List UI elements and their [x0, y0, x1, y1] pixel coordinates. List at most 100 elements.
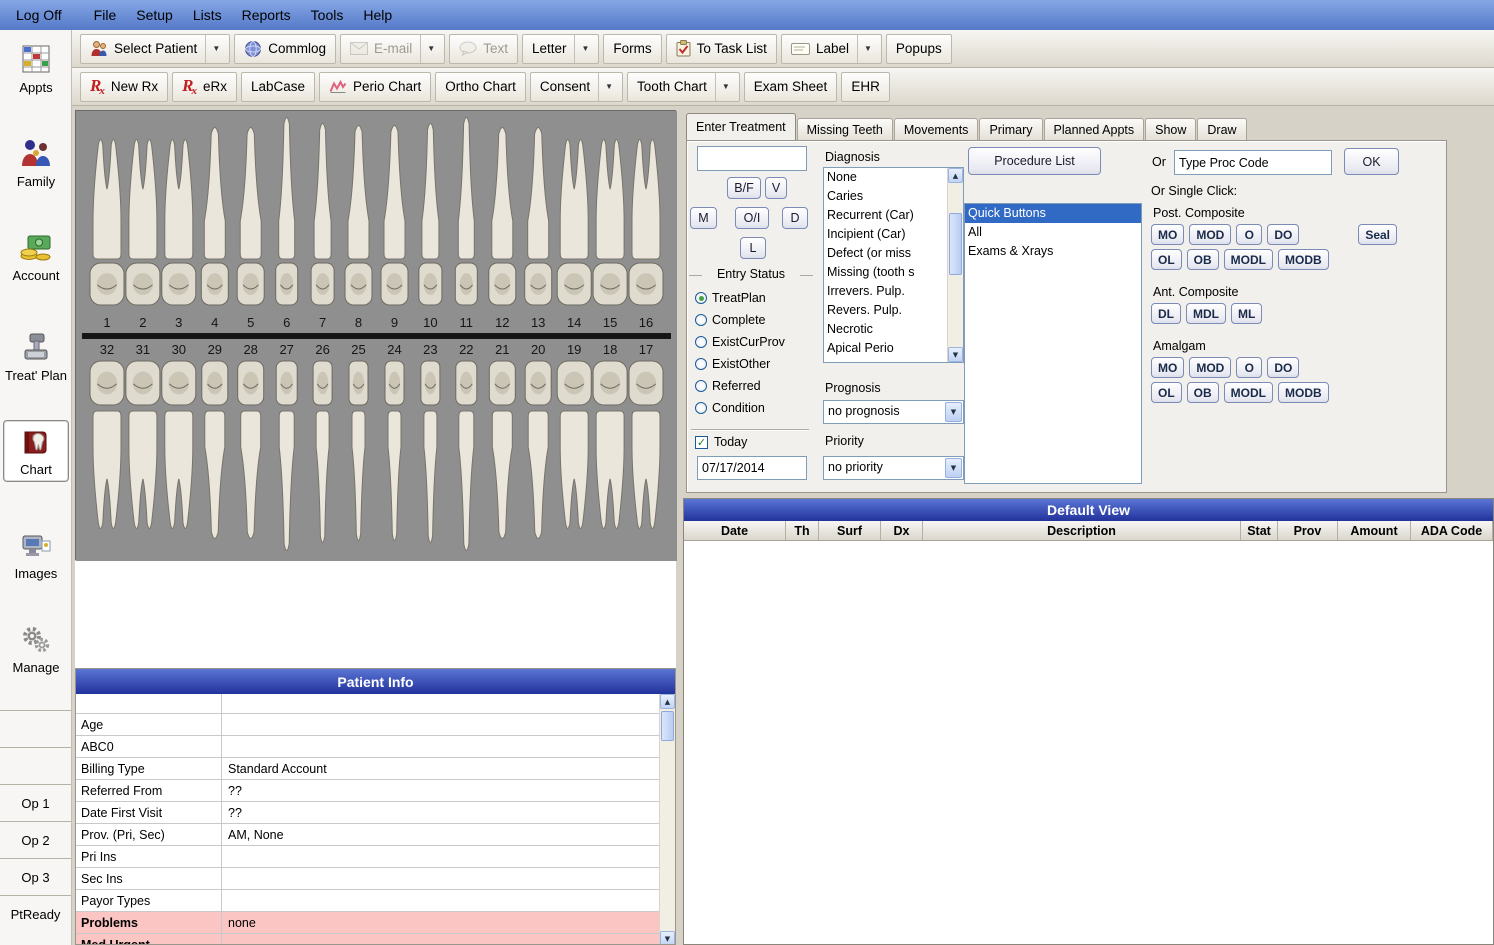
tab-primary[interactable]: Primary	[979, 118, 1042, 140]
quick-list-option-quick-buttons[interactable]: Quick Buttons	[965, 204, 1141, 223]
menu-setup[interactable]: Setup	[126, 3, 183, 27]
radio-condition[interactable]: Condition	[695, 397, 785, 419]
grid-column-description[interactable]: Description	[923, 521, 1241, 540]
menu-help[interactable]: Help	[353, 3, 402, 27]
toolbar-button-e-mail[interactable]: E-mail▼	[340, 34, 445, 64]
radio-treatplan[interactable]: TreatPlan	[695, 287, 785, 309]
toolbar-button-exam-sheet[interactable]: Exam Sheet	[744, 72, 838, 102]
diagnosis-option-none[interactable]: None	[824, 168, 947, 187]
quick-proc-amalgam-mo[interactable]: MO	[1151, 357, 1184, 378]
toolbar-button-new-rx[interactable]: RxNew Rx	[80, 72, 168, 102]
surface-button-b-f[interactable]: B/F	[727, 177, 761, 199]
tooth-chart[interactable]: 1322313304295286277268259241023112212211…	[75, 110, 676, 560]
toolbar-button-commlog[interactable]: Commlog	[234, 34, 336, 64]
surface-button-o-i[interactable]: O/I	[735, 207, 769, 229]
quick-proc-amalgam-ol[interactable]: OL	[1151, 382, 1182, 403]
scroll-thumb[interactable]	[661, 711, 674, 741]
diagnosis-option-caries[interactable]: Caries	[824, 187, 947, 206]
scroll-thumb[interactable]	[949, 213, 962, 275]
diagnosis-option-necrotic[interactable]: Necrotic	[824, 320, 947, 339]
sidebar-item-images[interactable]: Images	[3, 526, 69, 586]
grid-column-dx[interactable]: Dx	[881, 521, 923, 540]
quick-proc-post-composite-do[interactable]: DO	[1267, 224, 1299, 245]
quick-proc-amalgam-o[interactable]: O	[1236, 357, 1262, 378]
operatory-op-3[interactable]: Op 3	[0, 858, 71, 895]
scroll-up-icon[interactable]: ▲	[660, 694, 675, 709]
menu-file[interactable]: File	[84, 3, 127, 27]
quick-proc-amalgam-do[interactable]: DO	[1267, 357, 1299, 378]
quick-proc-post-composite-modb[interactable]: MODB	[1278, 249, 1329, 270]
quick-proc-post-composite-modl[interactable]: MODL	[1224, 249, 1273, 270]
surface-button-m[interactable]: M	[690, 207, 717, 229]
quick-proc-ant-composite-mdl[interactable]: MDL	[1186, 303, 1226, 324]
toolbar-button-forms[interactable]: Forms	[603, 34, 661, 64]
diagnosis-option-apical-perio[interactable]: Apical Perio	[824, 339, 947, 358]
quick-buttons-listbox[interactable]: Quick ButtonsAllExams & Xrays	[964, 203, 1142, 484]
toolbar-button-popups[interactable]: Popups	[886, 34, 952, 64]
surface-button-d[interactable]: D	[782, 207, 808, 229]
toolbar-button-ortho-chart[interactable]: Ortho Chart	[435, 72, 526, 102]
dropdown-arrow-icon[interactable]: ▼	[715, 73, 730, 101]
dropdown-arrow-icon[interactable]: ▼	[420, 35, 435, 63]
menu-lists[interactable]: Lists	[183, 3, 232, 27]
sidebar-item-treat-plan[interactable]: Treat' Plan	[3, 326, 69, 388]
quick-proc-amalgam-modb[interactable]: MODB	[1278, 382, 1329, 403]
toolbar-button-tooth-chart[interactable]: Tooth Chart▼	[627, 72, 740, 102]
toolbar-button-erx[interactable]: RxeRx	[172, 72, 237, 102]
procedure-list-button[interactable]: Procedure List	[968, 147, 1101, 175]
radio-complete[interactable]: Complete	[695, 309, 785, 331]
quick-list-option-all[interactable]: All	[965, 223, 1141, 242]
quick-proc-amalgam-mod[interactable]: MOD	[1189, 357, 1231, 378]
toolbar-button-ehr[interactable]: EHR	[841, 72, 890, 102]
quick-proc-post-composite-ob[interactable]: OB	[1187, 249, 1219, 270]
quick-proc-post-composite-o[interactable]: O	[1236, 224, 1262, 245]
scroll-down-icon[interactable]: ▼	[660, 931, 675, 945]
diagnosis-option-missing-tooth-s[interactable]: Missing (tooth s	[824, 263, 947, 282]
grid-column-prov[interactable]: Prov	[1278, 521, 1338, 540]
quick-proc-seal[interactable]: Seal	[1358, 224, 1397, 245]
surface-entry-field[interactable]	[697, 146, 807, 171]
ok-button[interactable]: OK	[1344, 148, 1399, 175]
sidebar-item-appts[interactable]: Appts	[3, 38, 69, 100]
menu-log-off[interactable]: Log Off	[6, 3, 72, 27]
dropdown-arrow-icon[interactable]: ▼	[205, 35, 220, 63]
sidebar-item-chart[interactable]: Chart	[3, 420, 69, 482]
scroll-down-icon[interactable]: ▼	[948, 347, 963, 362]
scroll-track[interactable]	[948, 277, 963, 347]
quick-proc-post-composite-mod[interactable]: MOD	[1189, 224, 1231, 245]
scroll-track[interactable]	[660, 743, 675, 931]
operatory-op-2[interactable]: Op 2	[0, 821, 71, 858]
grid-column-surf[interactable]: Surf	[819, 521, 881, 540]
grid-column-stat[interactable]: Stat	[1241, 521, 1278, 540]
toolbar-button-labcase[interactable]: LabCase	[241, 72, 315, 102]
tab-show[interactable]: Show	[1145, 118, 1196, 140]
toolbar-button-text[interactable]: Text	[449, 34, 518, 64]
diagnosis-option-irrevers-pulp[interactable]: Irrevers. Pulp.	[824, 282, 947, 301]
progress-grid-body[interactable]	[684, 541, 1493, 944]
diagnosis-listbox[interactable]: NoneCariesRecurrent (Car)Incipient (Car)…	[823, 167, 964, 363]
quick-proc-ant-composite-ml[interactable]: ML	[1231, 303, 1262, 324]
sidebar-item-account[interactable]: Account	[3, 226, 69, 288]
prognosis-dropdown[interactable]: no prognosis ▼	[823, 400, 964, 424]
operatory-ptready[interactable]: PtReady	[0, 895, 71, 932]
dropdown-arrow-icon[interactable]: ▼	[945, 402, 962, 422]
toolbar-button-letter[interactable]: Letter▼	[522, 34, 599, 64]
menu-reports[interactable]: Reports	[232, 3, 301, 27]
diagnosis-option-revers-pulp[interactable]: Revers. Pulp.	[824, 301, 947, 320]
tab-missing-teeth[interactable]: Missing Teeth	[797, 118, 893, 140]
diagnosis-option-defect-or-miss[interactable]: Defect (or miss	[824, 244, 947, 263]
sidebar-item-manage[interactable]: Manage	[3, 618, 69, 680]
grid-column-amount[interactable]: Amount	[1338, 521, 1411, 540]
tab-enter-treatment[interactable]: Enter Treatment	[686, 113, 796, 140]
dropdown-arrow-icon[interactable]: ▼	[945, 458, 962, 478]
toolbar-button-select-patient[interactable]: Select Patient▼	[80, 34, 230, 64]
surface-button-v[interactable]: V	[765, 177, 787, 199]
diagnosis-option-recurrent-car[interactable]: Recurrent (Car)	[824, 206, 947, 225]
tab-draw[interactable]: Draw	[1197, 118, 1246, 140]
toolbar-button-perio-chart[interactable]: Perio Chart	[319, 72, 431, 102]
quick-proc-ant-composite-dl[interactable]: DL	[1151, 303, 1181, 324]
surface-button-l[interactable]: L	[740, 237, 766, 259]
scroll-up-icon[interactable]: ▲	[948, 168, 963, 183]
dropdown-arrow-icon[interactable]: ▼	[598, 73, 613, 101]
tab-planned-appts[interactable]: Planned Appts	[1044, 118, 1145, 140]
